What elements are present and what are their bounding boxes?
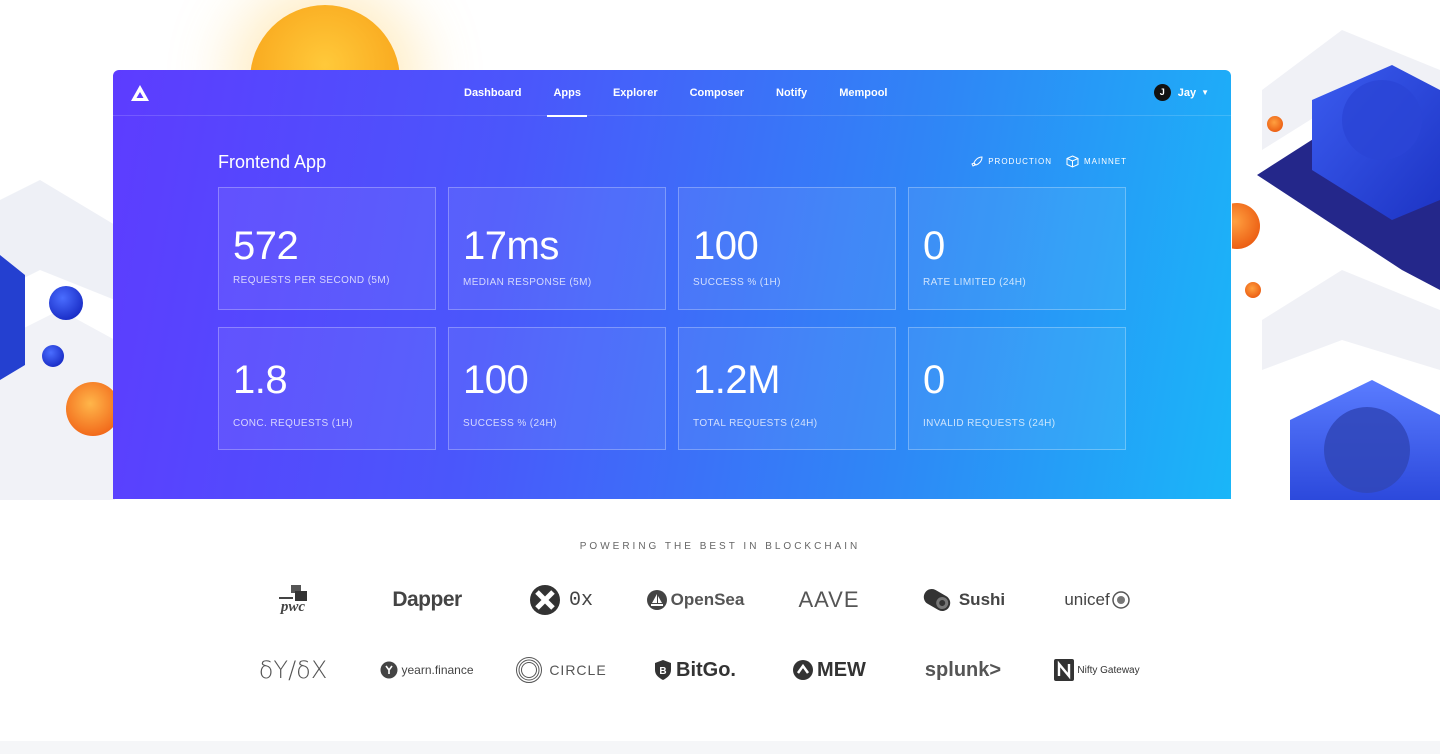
page-title: Frontend App	[218, 152, 327, 172]
stat-card-rate-limited: 0 RATE LIMITED (24H)	[908, 187, 1126, 310]
partner-logo-pwc: pwc	[230, 584, 356, 616]
partner-logo-mew: MEW	[766, 659, 892, 682]
network-label: MAINNET	[1084, 157, 1127, 166]
partner-logo-unicef: unicef	[1034, 590, 1160, 610]
app-badges: PRODUCTION MAINNET	[971, 155, 1127, 168]
stat-card-success-1h: 100 SUCCESS % (1H)	[678, 187, 896, 310]
partner-logo-opensea: OpenSea	[632, 589, 758, 611]
partner-logo-aave: AAVE	[798, 587, 860, 612]
sushi-mark-icon	[923, 589, 951, 611]
unicef-globe-icon	[1111, 591, 1130, 609]
nav-mempool[interactable]: Mempool	[823, 70, 903, 116]
nav-explorer[interactable]: Explorer	[597, 70, 674, 116]
dashboard-card: Dashboard Apps Explorer Composer Notify …	[113, 70, 1231, 499]
stat-value: 100	[463, 358, 529, 402]
nav-notify[interactable]: Notify	[760, 70, 823, 116]
stat-card-concurrent-requests: 1.8 CONC. REQUESTS (1H)	[218, 327, 436, 450]
stat-value: 0	[923, 358, 945, 402]
partner-logo-yearn: yearn.finance	[364, 661, 490, 679]
network-badge: MAINNET	[1066, 155, 1127, 168]
stat-card-success-24h: 100 SUCCESS % (24H)	[448, 327, 666, 450]
bitgo-shield-icon: B	[655, 660, 671, 680]
stat-value: 572	[233, 224, 299, 268]
logo-icon[interactable]	[131, 85, 149, 101]
stats-grid: 572 REQUESTS PER SECOND (5M) 17ms MEDIAN…	[218, 187, 1126, 450]
stat-card-requests-per-second: 572 REQUESTS PER SECOND (5M)	[218, 187, 436, 310]
partner-logo-0x: 0x	[498, 584, 624, 616]
partners-tagline: POWERING THE BEST IN BLOCKCHAIN	[579, 541, 861, 552]
environment-label: PRODUCTION	[988, 157, 1052, 166]
nifty-mark-icon	[1054, 659, 1075, 681]
svg-text:B: B	[659, 666, 666, 677]
mew-mark-icon	[793, 660, 814, 680]
stat-label: RATE LIMITED (24H)	[923, 277, 1027, 288]
user-name: Jay	[1177, 86, 1197, 99]
stat-card-invalid-requests: 0 INVALID REQUESTS (24H)	[908, 327, 1126, 450]
0x-mark-icon	[529, 585, 560, 615]
nav-dashboard[interactable]: Dashboard	[448, 70, 537, 116]
main-nav: Dashboard Apps Explorer Composer Notify …	[448, 70, 903, 117]
stat-label: REQUESTS PER SECOND (5M)	[233, 275, 390, 286]
decorative-right-shapes	[1232, 30, 1440, 500]
user-menu[interactable]: J Jay ▼	[1153, 84, 1209, 101]
environment-badge: PRODUCTION	[971, 155, 1052, 168]
stat-label: MEDIAN RESPONSE (5M)	[463, 277, 592, 288]
stat-label: CONC. REQUESTS (1H)	[233, 418, 353, 429]
partner-logo-sushi: Sushi	[900, 586, 1026, 614]
stat-value: 0	[923, 224, 945, 268]
stat-label: SUCCESS % (1H)	[693, 277, 781, 288]
stat-card-total-requests: 1.2M TOTAL REQUESTS (24H)	[678, 327, 896, 450]
opensea-mark-icon	[646, 590, 667, 610]
top-navbar: Dashboard Apps Explorer Composer Notify …	[113, 70, 1231, 117]
circle-mark-icon	[516, 657, 543, 683]
partner-logo-bitgo: B BitGo.	[632, 659, 758, 682]
page-bottom-strip	[0, 741, 1440, 754]
stat-card-median-response: 17ms MEDIAN RESPONSE (5M)	[448, 187, 666, 310]
partner-logo-splunk: splunk>	[924, 658, 1002, 681]
stat-value: 1.2M	[693, 358, 780, 402]
partner-logo-dapper: Dapper	[392, 588, 462, 611]
stat-label: TOTAL REQUESTS (24H)	[693, 418, 818, 429]
chevron-down-icon: ▼	[1201, 88, 1209, 97]
stat-label: SUCCESS % (24H)	[463, 418, 557, 429]
cube-icon	[1066, 155, 1079, 168]
stat-value: 1.8	[233, 358, 288, 402]
partner-logos-row-2: δY/δX yearn.finance CIRCLE B BitGo. MEW …	[230, 650, 1160, 690]
partner-logo-dydx: δY/δX	[258, 656, 328, 684]
nav-composer[interactable]: Composer	[674, 70, 760, 116]
rocket-icon	[971, 155, 983, 167]
partner-logo-circle: CIRCLE	[498, 656, 624, 684]
stat-value: 17ms	[463, 224, 559, 268]
avatar: J	[1153, 84, 1171, 101]
partner-logos-row-1: pwc Dapper 0x OpenSea AAVE Sushi unicef	[230, 580, 1160, 620]
stat-label: INVALID REQUESTS (24H)	[923, 418, 1056, 429]
stat-value: 100	[693, 224, 759, 268]
nav-apps[interactable]: Apps	[537, 70, 597, 117]
partner-logo-nifty-gateway: Nifty Gateway	[1034, 659, 1160, 681]
decorative-left-shapes	[0, 180, 115, 500]
yearn-mark-icon	[380, 661, 398, 679]
